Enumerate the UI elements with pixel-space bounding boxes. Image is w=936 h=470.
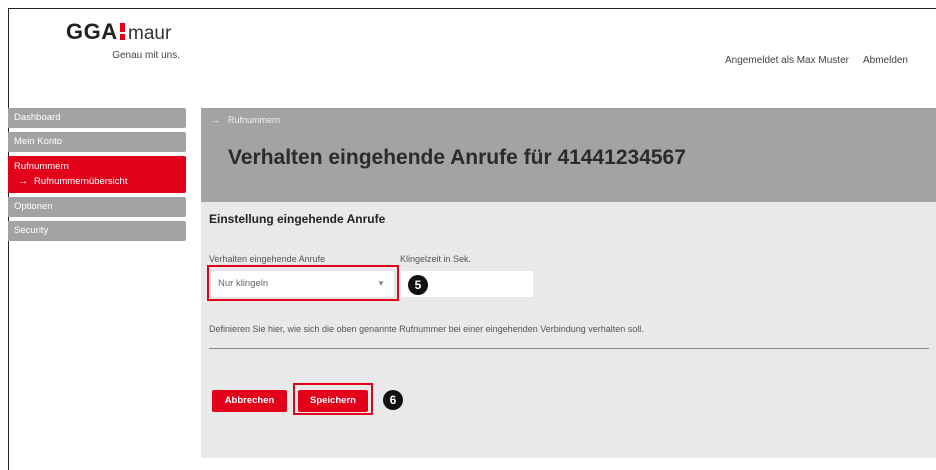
page-title: Verhalten eingehende Anrufe für 41441234… <box>228 146 686 169</box>
logo-mark-icon <box>120 23 125 40</box>
logged-in-text: Angemeldet als Max Muster <box>725 55 849 66</box>
logout-link[interactable]: Abmelden <box>863 55 908 66</box>
step-badge-5: 5 <box>408 275 428 295</box>
sidebar-item-rufnummern[interactable]: Rufnummern → Rufnummernübersicht <box>8 156 186 193</box>
sidebar-subitem-label: Rufnummernübersicht <box>34 176 128 187</box>
logo-sub-text: maur <box>128 23 172 44</box>
sidebar-subitem-rufnummernuebersicht[interactable]: → Rufnummernübersicht <box>14 175 180 189</box>
sidebar-item-label: Rufnummern <box>14 161 69 172</box>
sidebar-item-security[interactable]: Security <box>8 221 186 241</box>
arrow-right-icon: → <box>211 115 220 125</box>
sidebar: Dashboard Mein Konto Rufnummern → Rufnum… <box>8 108 186 245</box>
highlight-frame-save <box>293 383 373 415</box>
sidebar-item-dashboard[interactable]: Dashboard <box>8 108 186 128</box>
section-title: Einstellung eingehende Anrufe <box>209 212 386 226</box>
sidebar-item-optionen[interactable]: Optionen <box>8 197 186 217</box>
divider <box>209 348 929 349</box>
highlight-frame-select <box>207 265 399 301</box>
help-text: Definieren Sie hier, wie sich die oben g… <box>209 324 644 334</box>
user-bar: Angemeldet als Max Muster Abmelden <box>725 55 908 66</box>
mode-label: Verhalten eingehende Anrufe <box>209 254 326 264</box>
sidebar-item-mein-konto[interactable]: Mein Konto <box>8 132 186 152</box>
logo-main-text: GGA <box>66 19 118 44</box>
breadcrumb: → Rufnummern <box>211 115 280 125</box>
brand-logo[interactable]: GGA maur Genau mit uns. <box>62 19 182 64</box>
breadcrumb-rufnummern[interactable]: Rufnummern <box>228 115 280 125</box>
logo-tagline: Genau mit uns. <box>112 50 180 61</box>
settings-panel: Einstellung eingehende Anrufe Verhalten … <box>201 202 936 458</box>
cancel-button[interactable]: Abbrechen <box>212 390 287 412</box>
step-badge-6: 6 <box>383 390 403 410</box>
arrow-right-icon: → <box>18 176 28 187</box>
page-header: → Rufnummern Verhalten eingehende Anrufe… <box>201 108 936 202</box>
ring-time-label: Klingelzeit in Sek. <box>400 254 472 264</box>
